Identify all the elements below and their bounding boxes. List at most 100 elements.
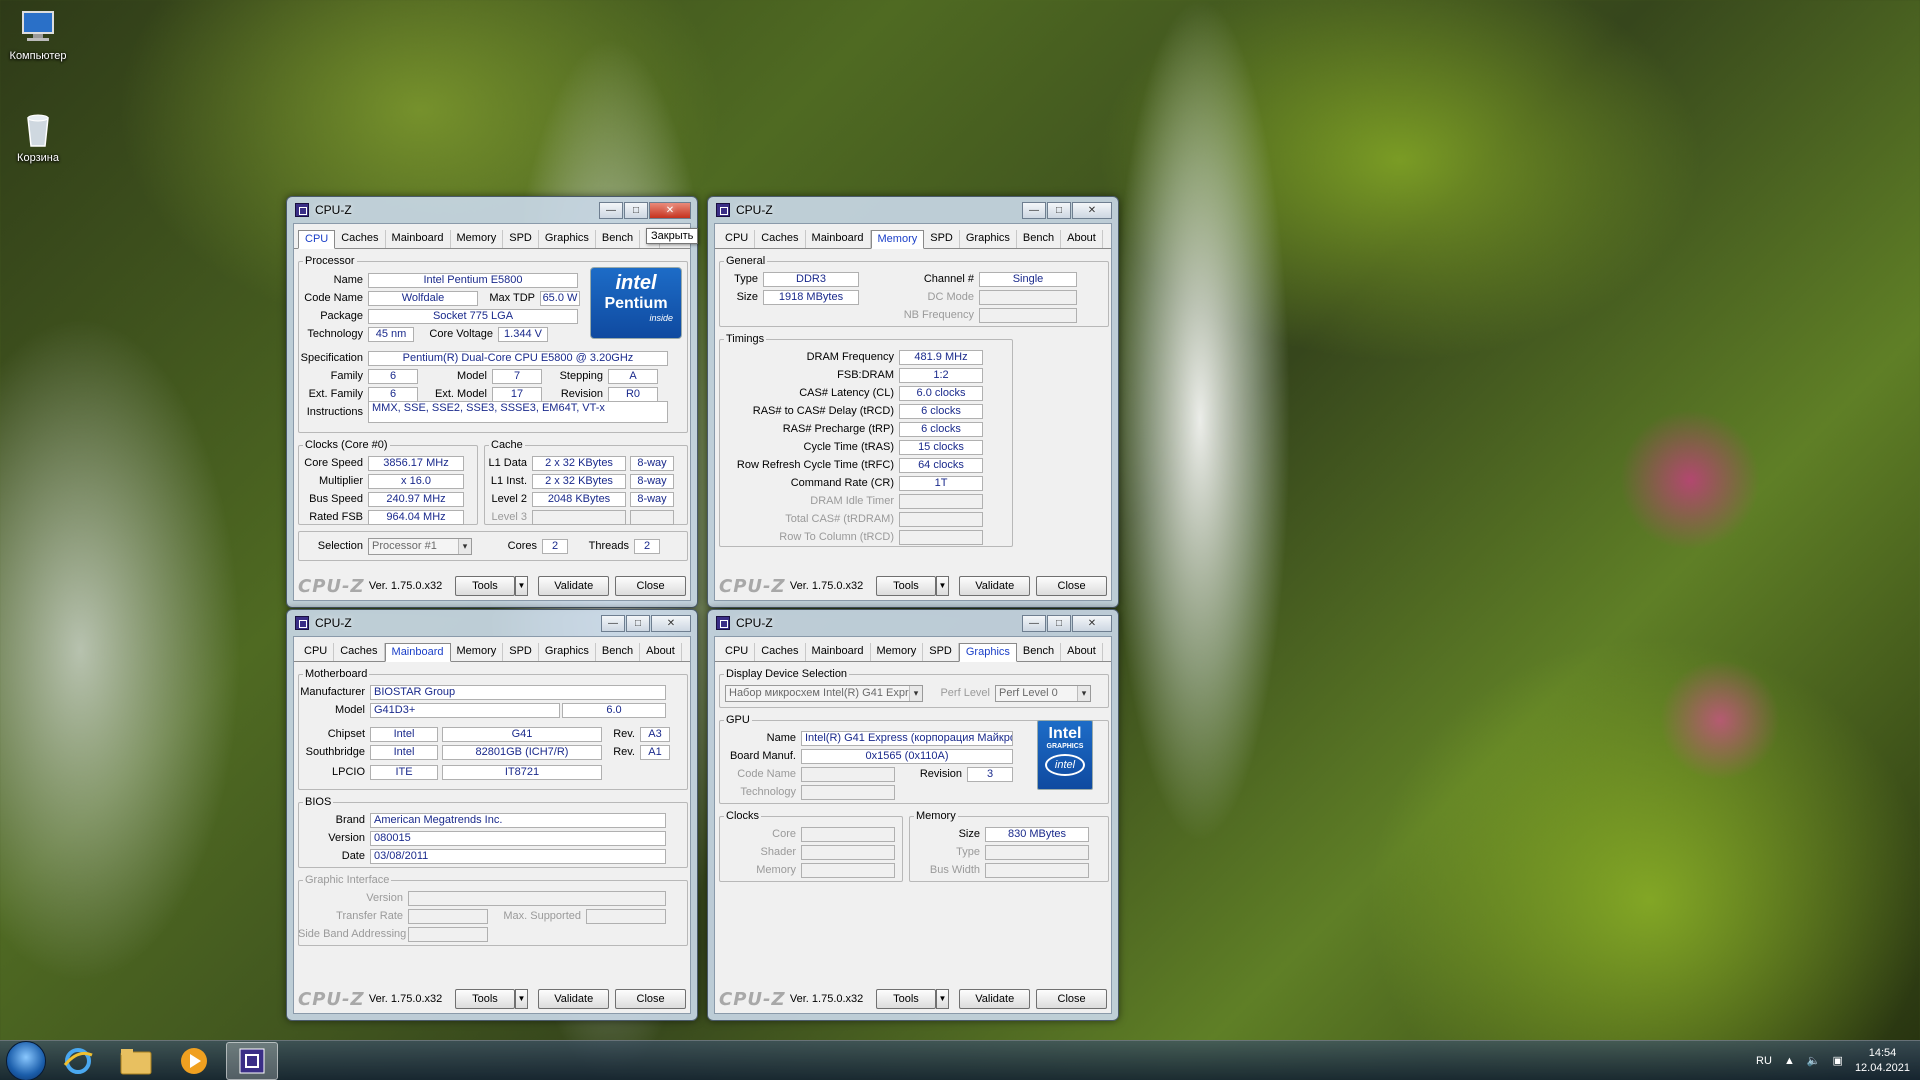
logo-text: Intel — [1048, 725, 1082, 742]
group-legend: BIOS — [305, 796, 332, 808]
title-bar[interactable]: CPU-Z — □ ✕ — [714, 197, 1112, 223]
bios-brand-value: American Megatrends Inc. — [370, 812, 666, 828]
multiplier-value: x 16.0 — [368, 473, 464, 489]
tab-about[interactable]: About — [1061, 230, 1103, 248]
minimize-button[interactable]: — — [599, 201, 623, 219]
validate-button[interactable]: Validate — [959, 989, 1031, 1009]
tab-memory[interactable]: Memory — [451, 643, 504, 661]
tools-button[interactable]: Tools — [455, 576, 515, 596]
tab-memory[interactable]: Memory — [870, 230, 925, 249]
minimize-button[interactable]: — — [601, 614, 625, 632]
extmodel-value: 17 — [492, 386, 542, 402]
field-label: Model — [335, 704, 365, 716]
field-label: Rated FSB — [309, 511, 363, 523]
show-hidden-icons-icon[interactable]: ▲ — [1784, 1055, 1795, 1067]
maximize-button[interactable]: □ — [626, 614, 650, 632]
tab-graphics[interactable]: Graphics — [958, 643, 1017, 662]
system-tray: RU ▲ 🔈 ▣ 14:54 12.04.2021 — [1756, 1046, 1920, 1076]
tab-caches[interactable]: Caches — [755, 643, 806, 661]
explorer-taskbar-button[interactable] — [110, 1042, 162, 1080]
tools-dropdown-arrow[interactable]: ▼ — [514, 989, 529, 1009]
validate-button[interactable]: Validate — [538, 576, 610, 596]
tab-bar: CPU Caches Mainboard Memory SPD Graphics… — [715, 637, 1111, 662]
maximize-button[interactable]: □ — [1047, 614, 1071, 632]
tab-bench[interactable]: Bench — [1017, 230, 1062, 248]
tools-dropdown-arrow[interactable]: ▼ — [514, 576, 529, 596]
tab-cpu[interactable]: CPU — [298, 230, 336, 249]
tab-bench[interactable]: Bench — [596, 643, 641, 661]
tab-mainboard[interactable]: Mainboard — [384, 643, 451, 662]
close-window-button[interactable]: Close — [615, 576, 687, 596]
tab-memory[interactable]: Memory — [451, 230, 504, 248]
tab-bench[interactable]: Bench — [1017, 643, 1062, 661]
title-bar[interactable]: CPU-Z — □ ✕ — [293, 197, 691, 223]
tools-button[interactable]: Tools — [876, 576, 936, 596]
tab-graphics[interactable]: Graphics — [960, 230, 1017, 248]
field-label: Southbridge — [305, 746, 365, 758]
tools-dropdown-arrow[interactable]: ▼ — [935, 989, 950, 1009]
tab-about[interactable]: About — [640, 643, 682, 661]
close-window-button[interactable]: Close — [1036, 989, 1108, 1009]
timing-row: Row Refresh Cycle Time (tRFC) 64 clocks — [719, 457, 983, 473]
tab-spd[interactable]: SPD — [503, 643, 539, 661]
title-bar[interactable]: CPU-Z — □ ✕ — [293, 610, 691, 636]
stepping-value: A — [608, 368, 658, 384]
validate-button[interactable]: Validate — [538, 989, 610, 1009]
close-button[interactable]: ✕ — [651, 614, 691, 632]
tab-spd[interactable]: SPD — [503, 230, 539, 248]
tab-bench[interactable]: Bench — [596, 230, 641, 248]
cpuz-taskbar-button[interactable] — [226, 1041, 278, 1080]
cpuz-brand: CPU-Z — [298, 575, 365, 597]
maximize-button[interactable]: □ — [1047, 201, 1071, 219]
field-label: Package — [320, 310, 363, 322]
title-bar[interactable]: CPU-Z — □ ✕ — [714, 610, 1112, 636]
close-button[interactable]: ✕ — [1072, 614, 1112, 632]
bios-date-value: 03/08/2011 — [370, 848, 666, 864]
validate-button[interactable]: Validate — [959, 576, 1031, 596]
tools-button[interactable]: Tools — [876, 989, 936, 1009]
field-label: Code Name — [737, 768, 796, 780]
tab-cpu[interactable]: CPU — [298, 643, 335, 661]
start-button[interactable] — [6, 1040, 46, 1080]
tools-button[interactable]: Tools — [455, 989, 515, 1009]
tab-caches[interactable]: Caches — [335, 230, 386, 248]
timing-value: 6 clocks — [899, 421, 983, 437]
version-label: Ver. 1.75.0.x32 — [368, 993, 443, 1005]
clock[interactable]: 14:54 12.04.2021 — [1855, 1046, 1910, 1076]
ratedfsb-value: 964.04 MHz — [368, 509, 464, 525]
tab-caches[interactable]: Caches — [755, 230, 806, 248]
close-window-button[interactable]: Close — [1036, 576, 1108, 596]
close-button[interactable]: ✕ — [649, 201, 691, 219]
maximize-button[interactable]: □ — [624, 201, 648, 219]
language-indicator[interactable]: RU — [1756, 1055, 1772, 1067]
tab-memory[interactable]: Memory — [871, 643, 924, 661]
display-device-select[interactable]: Набор микросхем Intel(R) G41 Expre — [725, 684, 923, 702]
tab-caches[interactable]: Caches — [334, 643, 385, 661]
media-player-taskbar-button[interactable] — [168, 1042, 220, 1080]
minimize-button[interactable]: — — [1022, 614, 1046, 632]
close-window-button[interactable]: Close — [615, 989, 687, 1009]
volume-muted-icon[interactable]: 🔈 — [1807, 1054, 1821, 1067]
processor-select[interactable]: Processor #1 — [368, 537, 472, 555]
tab-mainboard[interactable]: Mainboard — [806, 230, 871, 248]
tab-graphics[interactable]: Graphics — [539, 643, 596, 661]
desktop-icon-computer[interactable]: Компьютер — [0, 8, 76, 62]
tab-mainboard[interactable]: Mainboard — [806, 643, 871, 661]
tab-spd[interactable]: SPD — [923, 643, 959, 661]
bios-version-value: 080015 — [370, 830, 666, 846]
close-button[interactable]: ✕ — [1072, 201, 1112, 219]
tab-mainboard[interactable]: Mainboard — [386, 230, 451, 248]
desktop-icon-recycle-bin[interactable]: Корзина — [0, 110, 76, 164]
network-icon[interactable]: ▣ — [1833, 1054, 1843, 1067]
minimize-button[interactable]: — — [1022, 201, 1046, 219]
tab-cpu[interactable]: CPU — [719, 230, 756, 248]
tools-dropdown-arrow[interactable]: ▼ — [935, 576, 950, 596]
tab-graphics[interactable]: Graphics — [539, 230, 596, 248]
perf-level-select[interactable]: Perf Level 0 — [995, 684, 1091, 702]
tab-cpu[interactable]: CPU — [719, 643, 756, 661]
tab-spd[interactable]: SPD — [924, 230, 960, 248]
internet-explorer-taskbar-button[interactable] — [52, 1042, 104, 1080]
tab-about[interactable]: About — [1061, 643, 1103, 661]
timing-value — [899, 529, 983, 545]
timing-row: FSB:DRAM 1:2 — [719, 367, 983, 383]
